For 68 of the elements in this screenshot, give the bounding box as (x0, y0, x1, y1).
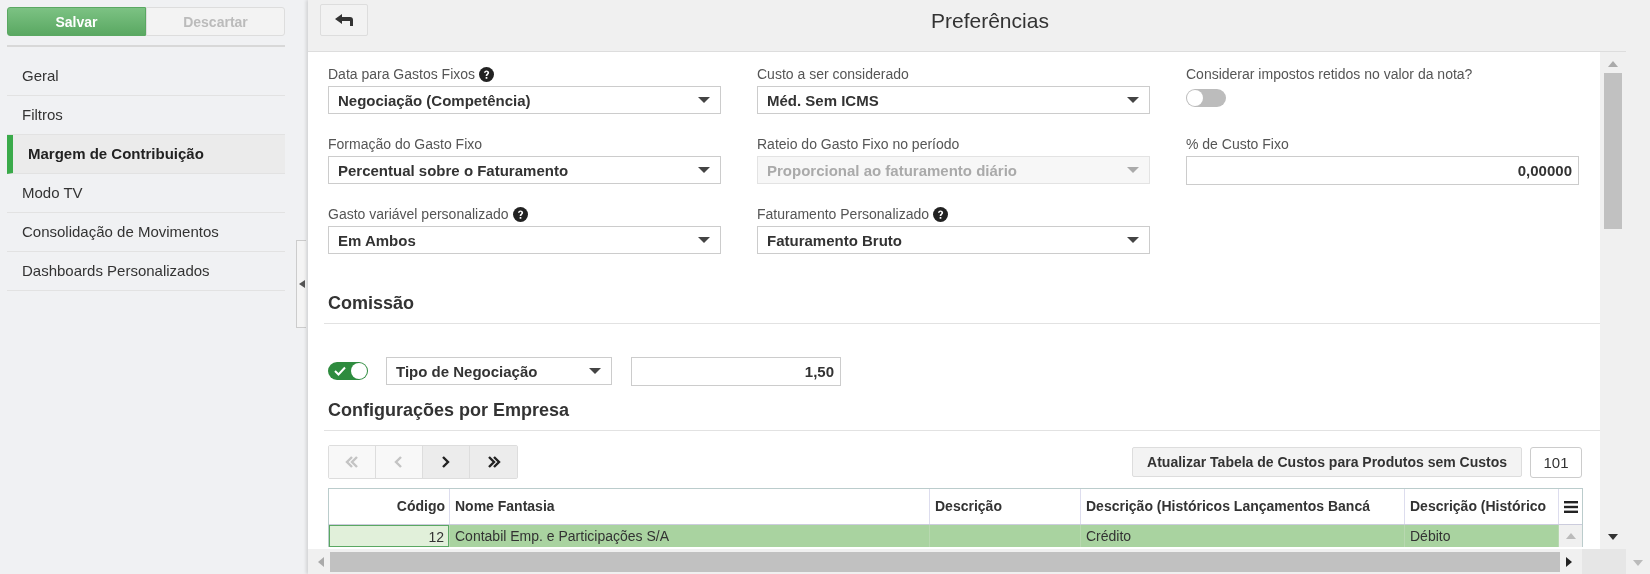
caret-icon (698, 167, 710, 173)
help-icon[interactable] (479, 66, 495, 82)
toggle-switch[interactable] (328, 362, 368, 380)
scroll-up-icon[interactable] (1608, 61, 1618, 67)
caret-icon (698, 237, 710, 243)
table-cell: Crédito (1080, 525, 1404, 547)
back-arrow-icon (335, 13, 353, 26)
help-icon[interactable] (933, 206, 948, 222)
table-cell: Débito (1404, 525, 1558, 547)
last-page-button[interactable] (470, 446, 517, 478)
scroll-thumb[interactable] (1604, 73, 1622, 229)
caret-icon (1127, 237, 1139, 243)
sidebar-item[interactable]: Consolidação de Movimentos (7, 213, 285, 252)
collapse-handle[interactable] (296, 240, 306, 328)
page-scrollbar[interactable] (1626, 0, 1650, 574)
section-title: Configurações por Empresa (324, 400, 1600, 431)
section-title: Comissão (324, 293, 1600, 324)
caret-icon (698, 97, 710, 103)
vertical-scrollbar[interactable] (1600, 52, 1626, 549)
back-button[interactable] (320, 3, 368, 36)
dropdown[interactable]: Méd. Sem ICMS (757, 86, 1150, 114)
number-field[interactable]: 1,50 (631, 356, 841, 386)
table-row[interactable]: 12 Contabil Emp. e Participações S/A Crédito Débito (329, 525, 1582, 547)
caret-icon (589, 368, 601, 374)
check-icon (334, 366, 346, 376)
collapse-icon (298, 280, 305, 288)
table-cell: Contabil Emp. e Participações S/A (449, 525, 929, 547)
sidebar-item[interactable]: Dashboards Personalizados (7, 252, 285, 291)
scroll-thumb[interactable] (330, 551, 1560, 572)
horizontal-scrollbar[interactable] (308, 549, 1626, 574)
scrollbar-corner (1582, 549, 1626, 574)
field-label: Rateio do Gasto Fixo no período (757, 136, 960, 152)
sidebar-item[interactable]: Geral (7, 57, 285, 96)
page-size-field[interactable]: 101 (1530, 446, 1582, 478)
field-label: Formação do Gasto Fixo (328, 136, 483, 152)
update-button[interactable]: Atualizar Tabela de Custos para Produtos sem Custos (1132, 447, 1522, 477)
column-header[interactable]: Código (329, 489, 449, 524)
column-header[interactable]: Descrição (Histórico (1404, 489, 1558, 524)
page-title: Preferências (931, 9, 1049, 33)
dropdown[interactable]: Percentual sobre o Faturamento (328, 156, 721, 184)
column-header[interactable]: Descrição (929, 489, 1080, 524)
caret-icon (1127, 97, 1139, 103)
scroll-down-icon[interactable] (1608, 534, 1618, 540)
double-chevron-left-icon (345, 456, 359, 468)
help-icon[interactable] (512, 206, 528, 222)
sidebar-item[interactable]: Margem de Contribuição (7, 135, 285, 174)
field-label: Data para Gastos Fixos (328, 66, 476, 82)
field-label: Considerar impostos retidos no valor da nota? (1186, 66, 1473, 82)
table-cell: 12 (329, 525, 449, 547)
scroll-up-icon[interactable] (1565, 533, 1576, 539)
dropdown[interactable]: Em Ambos (328, 226, 721, 254)
caret-icon (1127, 167, 1139, 173)
scroll-left-icon[interactable] (318, 556, 324, 567)
scroll-right-icon[interactable] (1566, 556, 1572, 567)
menu-icon (1563, 500, 1578, 513)
column-header[interactable]: Nome Fantasia (449, 489, 929, 524)
field-label: % de Custo Fixo (1186, 136, 1289, 152)
double-chevron-right-icon (486, 456, 501, 468)
number-field[interactable]: 0,00000 (1186, 156, 1579, 185)
dropdown[interactable]: Tipo de Negociação (386, 357, 612, 385)
column-header[interactable]: Descrição (Históricos Lançamentos Bancá (1080, 489, 1404, 524)
field-label: Faturamento Personalizado (757, 206, 929, 222)
toggle-switch[interactable] (1186, 89, 1226, 107)
field-label: Gasto variável personalizado (328, 206, 509, 222)
field-label: Custo a ser considerado (757, 66, 909, 82)
dropdown[interactable]: Negociação (Competência) (328, 86, 721, 114)
dropdown[interactable]: Faturamento Bruto (757, 226, 1150, 254)
sidebar-item[interactable]: Modo TV (7, 174, 285, 213)
